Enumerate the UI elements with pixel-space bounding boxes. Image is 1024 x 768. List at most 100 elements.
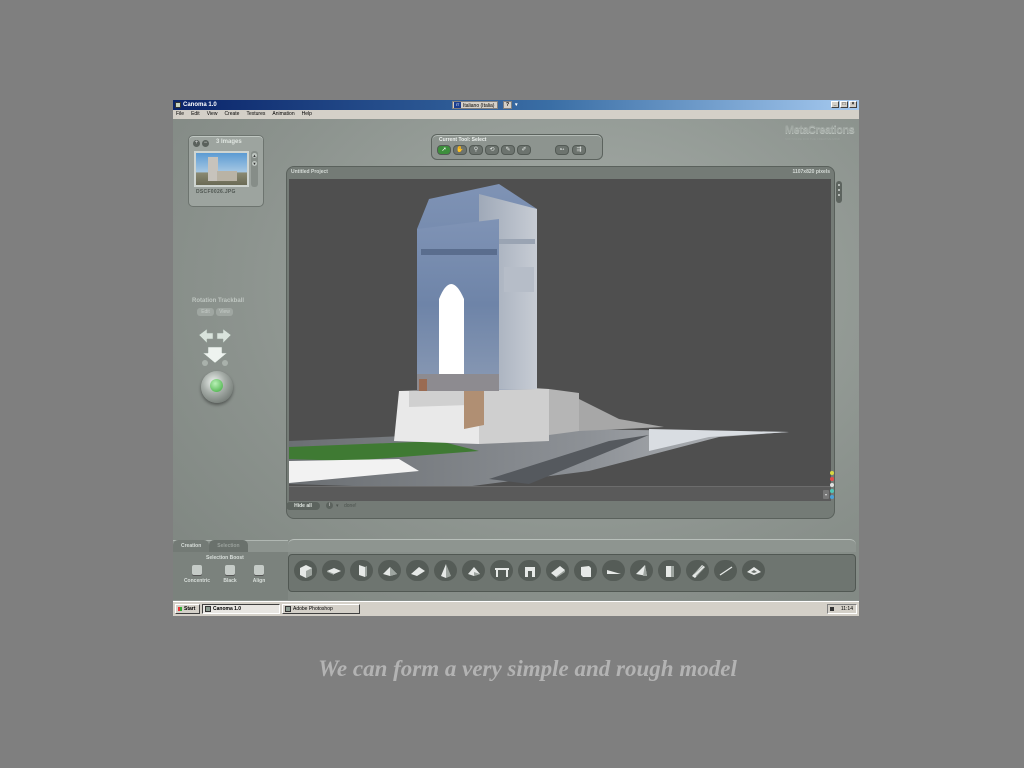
system-tray: 11:14 [827,604,857,614]
screenshot: Canoma 1.0 IT Italiano (Italia) ? ▾ _ □ ×… [173,100,859,616]
trackball[interactable] [201,371,233,403]
flat-pyramid-icon[interactable] [742,560,765,581]
select-arrow-icon[interactable]: ➚ [437,145,451,155]
status-text: done! [344,503,357,509]
shape-panel-header [288,539,856,552]
trackball-title: Rotation Trackball [192,298,245,304]
white-swatch[interactable] [830,483,834,487]
yellow-swatch[interactable] [830,471,834,475]
3d-viewport[interactable]: ▾ [289,179,831,501]
black-button[interactable]: Black [216,565,244,584]
half-pyramid-icon[interactable] [630,560,653,581]
menu-view[interactable]: View [207,110,218,119]
panel-icon[interactable] [658,560,681,581]
viewport-color-swatches[interactable] [830,471,836,501]
scroll-down-icon[interactable]: ▾ [823,490,829,499]
info-icon[interactable]: i [326,502,333,509]
stairs-icon[interactable] [686,560,709,581]
start-label: Start [184,606,196,612]
thumbnail-scrollbar[interactable]: ▲ ▼ [251,151,258,187]
paint-icon[interactable]: ✐ [517,145,531,155]
images-panel: + − 3 Images ▲ ▼ DSCF0026.JPG [188,135,264,207]
line-icon[interactable] [714,560,737,581]
photoshop-task-icon [285,606,291,612]
concentric-button[interactable]: Concentric [183,565,211,584]
red-swatch[interactable] [830,477,834,481]
black-icon [225,565,235,575]
pin-icon[interactable]: ✎ [501,145,515,155]
current-tool-label: Current Tool: Select [439,137,487,143]
task-canoma[interactable]: Canoma 1.0 [202,604,280,614]
table-icon[interactable] [490,560,513,581]
speaker-icon[interactable] [830,607,834,611]
concentric-label: Concentric [183,578,211,584]
language-label: Italiano (Italia) [463,103,495,109]
teal-swatch[interactable] [830,489,834,493]
flat-ramp-icon[interactable] [602,560,625,581]
task-photoshop-label: Adobe Photoshop [293,606,333,612]
tent-icon[interactable] [462,560,485,581]
viewport-menu-icon[interactable] [836,181,842,203]
maximize-button[interactable]: □ [840,101,848,108]
wedge-icon[interactable] [378,560,401,581]
zoom-icon[interactable]: ⚲ [469,145,483,155]
menu-create[interactable]: Create [224,110,239,119]
menu-animation[interactable]: Animation [272,110,294,119]
add-image-icon[interactable]: + [193,140,200,147]
viewport-status-bar: ▾ [289,486,831,501]
blue-swatch[interactable] [830,495,834,499]
image-thumbnail[interactable] [194,151,249,187]
tab-creation[interactable]: Creation [173,540,210,552]
walk-icon[interactable]: ⇶ [572,145,586,155]
align-button[interactable]: Align [245,565,273,584]
windows-logo-icon [178,607,182,611]
trackball-view-tab[interactable]: View [216,308,233,316]
ime-icon: IT [454,102,461,108]
help-button[interactable]: ? [503,101,512,109]
project-title: Untitled Project [291,169,328,175]
flat-box-icon[interactable] [322,560,345,581]
task-photoshop[interactable]: Adobe Photoshop [282,604,360,614]
tab-selection[interactable]: Selection [209,540,248,552]
cube-icon[interactable] [574,560,597,581]
brand-tagline: SOFTWARE FOR THE CREATIVE MIND [785,137,840,141]
remove-image-icon[interactable]: − [202,140,209,147]
trackball-edit-tab[interactable]: Edit [197,308,214,316]
minimize-button[interactable]: _ [831,101,839,108]
box-primitive-icon[interactable] [294,560,317,581]
menu-file[interactable]: File [176,110,184,119]
thumbnail-base [217,171,237,181]
canoma-workspace: MetaCreations SOFTWARE FOR THE CREATIVE … [173,119,859,601]
concentric-icon [192,565,202,575]
scroll-up-icon[interactable]: ▲ [252,153,257,158]
rotate-icon[interactable]: ⟲ [485,145,499,155]
start-button[interactable]: Start [175,604,200,614]
pyramid-icon[interactable] [434,560,457,581]
images-count: 3 Images [216,139,242,145]
menu-help[interactable]: Help [302,110,312,119]
hide-all-button[interactable]: Hide all [286,502,320,510]
chevron-down-icon[interactable]: ▾ [515,101,521,109]
hand-icon[interactable]: ✋ [453,145,467,155]
align-icon [254,565,264,575]
chevron-down-icon[interactable]: ▾ [336,502,339,510]
menu-edit[interactable]: Edit [191,110,200,119]
brand-logo: MetaCreations [785,124,855,136]
trackball-center-icon [210,379,223,392]
rotation-arrows-icon[interactable] [193,325,237,369]
slab-icon[interactable] [406,560,429,581]
window-title-bar[interactable]: Canoma 1.0 IT Italiano (Italia) ? ▾ _ □ × [173,100,859,110]
canoma-task-icon [205,606,211,612]
language-button[interactable]: IT Italiano (Italia) [452,101,499,109]
ramp-icon[interactable] [546,560,569,581]
canoma-app-icon [175,102,181,108]
close-button[interactable]: × [849,101,857,108]
selection-boost-panel: Selection Boost Concentric Black Align [173,552,288,600]
fly-icon[interactable]: ➳ [555,145,569,155]
scroll-down-icon[interactable]: ▼ [252,161,257,166]
wall-icon[interactable] [350,560,373,581]
menu-textures[interactable]: Textures [246,110,265,119]
arch-icon[interactable] [518,560,541,581]
project-window: Untitled Project 1107x820 pixels ▾ [286,166,842,519]
black-label: Black [223,578,237,584]
